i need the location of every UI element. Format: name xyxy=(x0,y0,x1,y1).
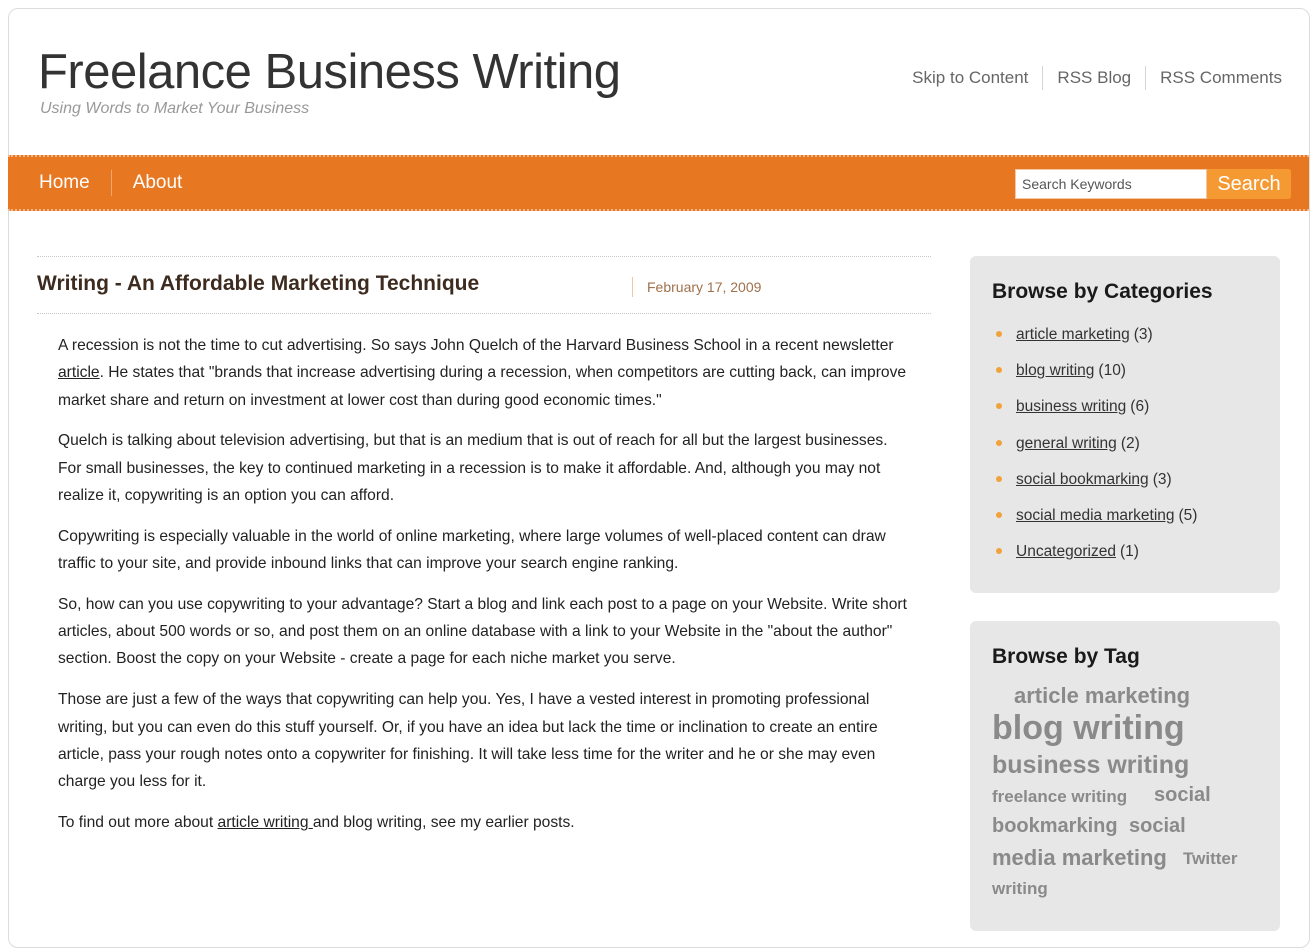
post-paragraph: To find out more about article writing a… xyxy=(58,809,913,836)
category-item: business writing (6) xyxy=(996,394,1197,430)
tags-widget: Browse by Tag article marketing blog wri… xyxy=(970,621,1280,931)
tag-link[interactable]: writing xyxy=(992,879,1048,899)
nav-item-about[interactable]: About xyxy=(110,170,204,196)
tag-link[interactable]: business writing xyxy=(992,751,1189,780)
category-link-uncategorized[interactable]: Uncategorized xyxy=(1016,539,1116,565)
tag-link[interactable]: media marketing xyxy=(992,845,1167,871)
category-link-general-writing[interactable]: general writing xyxy=(1016,431,1117,457)
site-tagline: Using Words to Market Your Business xyxy=(40,100,310,117)
article-link[interactable]: article xyxy=(58,364,100,381)
category-link-social-bookmarking[interactable]: social bookmarking xyxy=(1016,467,1149,493)
rss-blog-link[interactable]: RSS Blog xyxy=(1042,66,1145,90)
tag-link[interactable]: bookmarking xyxy=(992,815,1118,838)
bullet-dot-icon xyxy=(996,331,1002,337)
post-paragraph: Quelch is talking about television adver… xyxy=(58,432,888,504)
paragraph-text: . He states that "brands that increase a… xyxy=(58,364,907,409)
category-item: social bookmarking (3) xyxy=(996,467,1197,503)
categories-widget: Browse by Categories article marketing (3… xyxy=(970,256,1280,593)
post-header: Writing - An Affordable Marketing Techni… xyxy=(37,256,931,314)
tag-link[interactable]: social xyxy=(1129,815,1186,838)
post-paragraph: Copywriting is especially valuable in th… xyxy=(58,527,886,573)
category-item: general writing (2) xyxy=(996,431,1197,467)
category-item: Uncategorized (1) xyxy=(996,539,1197,575)
category-count: (5) xyxy=(1178,506,1198,524)
article-writing-link[interactable]: article writing xyxy=(218,814,313,831)
paragraph-text: and blog writing, see my earlier posts. xyxy=(312,813,575,831)
tag-link[interactable]: blog writing xyxy=(992,709,1185,748)
category-item: blog writing (10) xyxy=(996,358,1197,394)
search-input[interactable] xyxy=(1015,169,1207,199)
site-title[interactable]: Freelance Business Writing xyxy=(38,44,621,100)
paragraph-text: To find out more about xyxy=(58,813,218,831)
bullet-dot-icon xyxy=(996,548,1002,555)
tag-link[interactable]: article marketing xyxy=(1014,683,1190,709)
post-date: February 17, 2009 xyxy=(632,277,761,297)
search-button[interactable]: Search xyxy=(1207,169,1291,199)
category-count: (3) xyxy=(1152,470,1172,488)
category-count: (2) xyxy=(1120,434,1140,452)
post-paragraph: So, how can you use copywriting to your … xyxy=(58,595,907,668)
category-link-business-writing[interactable]: business writing xyxy=(1016,394,1126,420)
category-link-article-marketing[interactable]: article marketing xyxy=(1016,322,1130,348)
category-count: (6) xyxy=(1130,398,1150,416)
category-list: article marketing (3) blog writing (10) bu… xyxy=(996,322,1197,575)
rss-comments-link[interactable]: RSS Comments xyxy=(1145,66,1282,90)
post-title[interactable]: Writing - An Affordable Marketing Techni… xyxy=(37,272,479,296)
category-item: social media marketing (5) xyxy=(996,503,1197,539)
skip-to-content-link[interactable]: Skip to Content xyxy=(912,66,1042,90)
top-links: Skip to Content RSS Blog RSS Comments xyxy=(912,66,1282,90)
categories-widget-title: Browse by Categories xyxy=(992,280,1213,303)
nav-menu: Home About xyxy=(39,170,203,196)
bullet-dot-icon xyxy=(996,403,1002,410)
bullet-dot-icon xyxy=(996,511,1002,518)
paragraph-text: A recession is not the time to cut adver… xyxy=(58,337,894,354)
post-paragraph: A recession is not the time to cut adver… xyxy=(58,332,913,414)
category-count: (1) xyxy=(1119,543,1139,561)
category-link-blog-writing[interactable]: blog writing xyxy=(1016,358,1094,384)
bullet-dot-icon xyxy=(996,367,1002,374)
tags-widget-title: Browse by Tag xyxy=(992,645,1140,668)
main-navbar: Home About Search xyxy=(8,155,1309,211)
tag-link[interactable]: freelance writing xyxy=(992,787,1127,807)
nav-item-home[interactable]: Home xyxy=(39,170,111,196)
tag-link[interactable]: social xyxy=(1154,784,1211,807)
blog-post: Writing - An Affordable Marketing Techni… xyxy=(37,256,931,850)
category-count: (3) xyxy=(1133,326,1153,343)
tag-link[interactable]: Twitter xyxy=(1183,849,1237,869)
post-body: A recession is not the time to cut adver… xyxy=(37,314,913,836)
bullet-dot-icon xyxy=(996,439,1002,446)
bullet-dot-icon xyxy=(996,475,1002,482)
category-count: (10) xyxy=(1098,362,1126,380)
category-link-social-media-marketing[interactable]: social media marketing xyxy=(1016,503,1175,529)
post-paragraph: Those are just a few of the ways that co… xyxy=(58,691,878,791)
category-item: article marketing (3) xyxy=(996,322,1197,358)
search-form: Search xyxy=(1015,169,1291,199)
